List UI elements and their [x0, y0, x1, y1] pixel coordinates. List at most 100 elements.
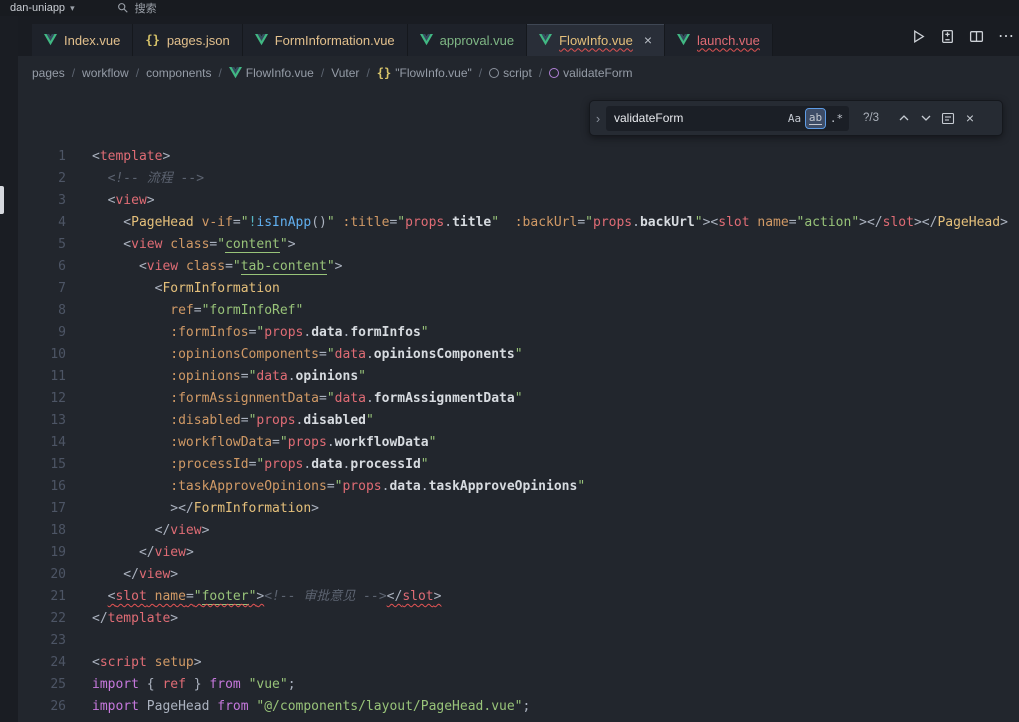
code-line[interactable]: 8 ref="formInfoRef": [18, 300, 1019, 322]
vscode-window: dan-uniapp ▾ 搜索 Index.vue{}pages.jsonFor…: [0, 0, 1019, 722]
breadcrumb-separator: /: [366, 66, 369, 80]
previous-match-button[interactable]: [893, 107, 915, 129]
code-line[interactable]: 13 :disabled="props.disabled": [18, 410, 1019, 432]
open-changes-icon[interactable]: [940, 29, 955, 44]
breadcrumb-item-workflow[interactable]: workflow: [82, 66, 129, 80]
code-line[interactable]: 14 :workflowData="props.workflowData": [18, 432, 1019, 454]
run-button[interactable]: [911, 29, 926, 44]
breadcrumb-item-validateForm[interactable]: validateForm: [549, 66, 632, 80]
tab-FormInformation.vue[interactable]: FormInformation.vue: [243, 24, 408, 56]
line-number: 11: [18, 366, 66, 388]
whole-word-button[interactable]: ab: [806, 109, 825, 128]
tab-approval.vue[interactable]: approval.vue: [408, 24, 527, 56]
code-line[interactable]: 16 :taskApproveOpinions="props.data.task…: [18, 476, 1019, 498]
code-line[interactable]: 24<script setup>: [18, 652, 1019, 674]
line-number: 22: [18, 608, 66, 630]
next-match-button[interactable]: [915, 107, 937, 129]
breadcrumb-separator: /: [218, 66, 221, 80]
tab-pages.json[interactable]: {}pages.json: [133, 24, 242, 56]
code-line[interactable]: 5 <view class="content">: [18, 234, 1019, 256]
editor: › validateForm Aa ab .* ?/3: [18, 90, 1019, 722]
code-line[interactable]: 23: [18, 630, 1019, 652]
code-text: :opinions="data.opinions": [66, 366, 366, 388]
code-text: <view class="content">: [66, 234, 296, 256]
find-input[interactable]: validateForm Aa ab .*: [606, 106, 849, 131]
breadcrumb-label: workflow: [82, 66, 129, 80]
code-line[interactable]: 2 <!-- 流程 -->: [18, 168, 1019, 190]
code-line[interactable]: 12 :formAssignmentData="data.formAssignm…: [18, 388, 1019, 410]
code-text: import PageHead from "@/components/layou…: [66, 696, 530, 718]
line-number: 7: [18, 278, 66, 300]
vue-icon: [677, 34, 690, 46]
tab-bar-tabs: Index.vue{}pages.jsonFormInformation.vue…: [32, 24, 773, 56]
split-editor-button[interactable]: [969, 29, 984, 44]
close-icon[interactable]: ×: [644, 33, 652, 47]
breadcrumb-item-FlowInfo.vue[interactable]: FlowInfo.vue: [229, 66, 314, 80]
line-number: 19: [18, 542, 66, 564]
code-line[interactable]: 7 <FormInformation: [18, 278, 1019, 300]
active-view-indicator: [0, 186, 4, 214]
line-number: 15: [18, 454, 66, 476]
breadcrumb-separator: /: [136, 66, 139, 80]
vue-icon: [255, 34, 268, 46]
line-number: 16: [18, 476, 66, 498]
code-line[interactable]: 4 <PageHead v-if="!isInApp()" :title="pr…: [18, 212, 1019, 234]
breadcrumb: pages / workflow / components / FlowInfo.vue / V…: [18, 56, 1019, 90]
code-line[interactable]: 18 </view>: [18, 520, 1019, 542]
line-number: 13: [18, 410, 66, 432]
code-line[interactable]: 1<template>: [18, 146, 1019, 168]
code-text: <template>: [66, 146, 170, 168]
line-number: 2: [18, 168, 66, 190]
code-line[interactable]: 19 </view>: [18, 542, 1019, 564]
code-line[interactable]: 26import PageHead from "@/components/lay…: [18, 696, 1019, 718]
project-menu[interactable]: dan-uniapp ▾: [10, 2, 75, 14]
more-actions-button[interactable]: ⋯: [998, 26, 1015, 46]
code-line[interactable]: 6 <view class="tab-content">: [18, 256, 1019, 278]
json-icon: {}: [145, 33, 159, 47]
breadcrumb-item-script[interactable]: script: [489, 66, 532, 80]
tab-bar: Index.vue{}pages.jsonFormInformation.vue…: [18, 16, 1019, 56]
code-line[interactable]: 17 ></FormInformation>: [18, 498, 1019, 520]
match-case-button[interactable]: Aa: [785, 109, 804, 128]
code-text: :opinionsComponents="data.opinionsCompon…: [66, 344, 523, 366]
breadcrumb-separator: /: [539, 66, 542, 80]
breadcrumb-item-Vuter[interactable]: Vuter: [331, 66, 359, 80]
line-number: 21: [18, 586, 66, 608]
code-line[interactable]: 11 :opinions="data.opinions": [18, 366, 1019, 388]
code-text: <script setup>: [66, 652, 202, 674]
breadcrumb-item-FlowInfo.vue[interactable]: {}"FlowInfo.vue": [377, 66, 472, 80]
breadcrumb-separator: /: [72, 66, 75, 80]
code-line[interactable]: 10 :opinionsComponents="data.opinionsCom…: [18, 344, 1019, 366]
code-text: </template>: [66, 608, 178, 630]
code-line[interactable]: 25import { ref } from "vue";: [18, 674, 1019, 696]
editor-actions: ⋯: [899, 16, 1019, 56]
code-line[interactable]: 3 <view>: [18, 190, 1019, 212]
code-line[interactable]: 9 :formInfos="props.data.formInfos": [18, 322, 1019, 344]
code-line[interactable]: 21 <slot name="footer"><!-- 审批意见 --></sl…: [18, 586, 1019, 608]
line-number: 8: [18, 300, 66, 322]
breadcrumb-label: "FlowInfo.vue": [395, 66, 472, 80]
line-number: 25: [18, 674, 66, 696]
code-text: </view>: [66, 520, 209, 542]
tab-Index.vue[interactable]: Index.vue: [32, 24, 133, 56]
toggle-replace-button[interactable]: ›: [590, 101, 606, 135]
tab-FlowInfo.vue[interactable]: FlowInfo.vue×: [527, 24, 665, 56]
code-line[interactable]: 15 :processId="props.data.processId": [18, 454, 1019, 476]
line-number: 26: [18, 696, 66, 718]
code-text: :disabled="props.disabled": [66, 410, 374, 432]
code-line[interactable]: 20 </view>: [18, 564, 1019, 586]
line-number: 10: [18, 344, 66, 366]
global-search-box[interactable]: 搜索: [117, 0, 157, 16]
code-line[interactable]: 22</template>: [18, 608, 1019, 630]
vue-icon: [539, 34, 552, 46]
line-number: 1: [18, 146, 66, 168]
close-find-button[interactable]: ×: [959, 107, 981, 129]
code-text: :formInfos="props.data.formInfos": [66, 322, 429, 344]
tab-launch.vue[interactable]: launch.vue: [665, 24, 773, 56]
find-in-selection-button[interactable]: [937, 107, 959, 129]
breadcrumb-item-pages[interactable]: pages: [32, 66, 65, 80]
regex-button[interactable]: .*: [827, 109, 846, 128]
breadcrumb-label: FlowInfo.vue: [246, 66, 314, 80]
breadcrumb-item-components[interactable]: components: [146, 66, 211, 80]
line-number: 23: [18, 630, 66, 652]
